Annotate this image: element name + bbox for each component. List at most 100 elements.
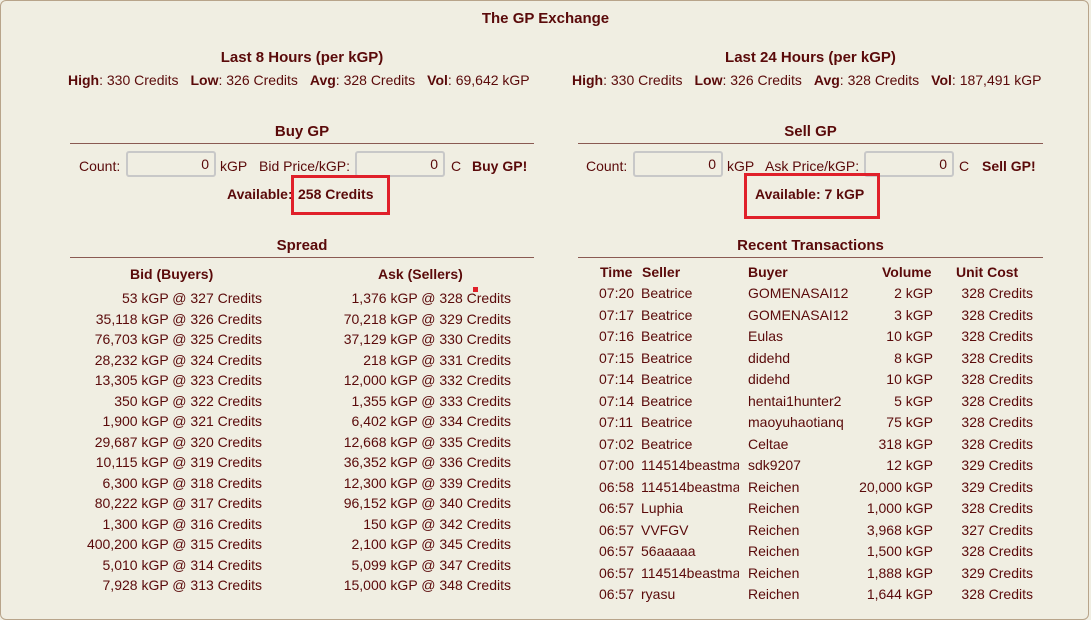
bid-row[interactable]: 35,118 kGP @ 326 Credits	[70, 309, 262, 330]
ask-row[interactable]: 96,152 kGP @ 340 Credits	[300, 493, 511, 514]
ask-row[interactable]: 1,376 kGP @ 328 Credits	[300, 288, 511, 309]
tx-time: 06:57	[599, 500, 635, 516]
last8-vol-value: : 69,642 kGP	[447, 72, 530, 88]
tx-volume: 20,000 kGP	[859, 478, 933, 495]
tx-buyer: GOMENASAI12	[748, 306, 849, 323]
ask-row[interactable]: 15,000 kGP @ 348 Credits	[300, 575, 511, 596]
last24-vol-label: Vol	[931, 72, 952, 88]
bid-row[interactable]: 29,687 kGP @ 320 Credits	[70, 432, 262, 453]
table-row: 07:20 Beatrice GOMENASAI12 2 kGP 328 Credits	[578, 283, 1048, 305]
tx-volume: 1,888 kGP	[866, 564, 933, 581]
bid-row[interactable]: 1,900 kGP @ 321 Credits	[70, 411, 262, 432]
buy-available-label: Available:	[227, 186, 293, 202]
bid-row[interactable]: 13,305 kGP @ 323 Credits	[70, 370, 262, 391]
bid-row[interactable]: 5,010 kGP @ 314 Credits	[70, 555, 262, 576]
tx-cost: 328 Credits	[961, 285, 1033, 301]
table-row: 06:57 ryasu Reichen 1,644 kGP 328 Credits	[578, 584, 1048, 606]
sell-count-unit: kGP	[727, 158, 755, 174]
bid-row[interactable]: 53 kGP @ 327 Credits	[70, 288, 262, 309]
ask-row[interactable]: 150 kGP @ 342 Credits	[300, 514, 511, 535]
table-row: 06:57 56aaaaa Reichen 1,500 kGP 328 Credits	[578, 541, 1048, 563]
last8-high-value: : 330 Credits	[99, 72, 179, 88]
table-row: 06:57 VVFGV Reichen 3,968 kGP 327 Credits	[578, 520, 1048, 542]
transactions-list: 07:20 Beatrice GOMENASAI12 2 kGP 328 Credits…	[578, 283, 1048, 606]
buy-gp-button[interactable]: Buy GP!	[472, 158, 527, 174]
table-row: 06:57 Luphia Reichen 1,000 kGP 328 Credits	[578, 498, 1048, 520]
last8-vol-label: Vol	[427, 72, 448, 88]
bid-row[interactable]: 400,200 kGP @ 315 Credits	[70, 534, 262, 555]
tx-header-seller: Seller	[642, 264, 681, 280]
last24-vol-value: : 187,491 kGP	[951, 72, 1042, 88]
buy-count-input[interactable]	[126, 151, 216, 177]
ask-row[interactable]: 37,129 kGP @ 330 Credits	[300, 329, 511, 350]
ask-row[interactable]: 12,000 kGP @ 332 Credits	[300, 370, 511, 391]
sell-count-label: Count:	[586, 158, 628, 174]
ask-row[interactable]: 12,668 kGP @ 335 Credits	[300, 432, 511, 453]
tx-seller: VVFGV	[641, 521, 689, 538]
bid-row[interactable]: 10,115 kGP @ 319 Credits	[70, 452, 262, 473]
table-row: 07:00 114514beastma sdk9207 12 kGP 329 Credi…	[578, 455, 1048, 477]
ask-row[interactable]: 70,218 kGP @ 329 Credits	[300, 309, 511, 330]
spread-divider	[70, 257, 534, 258]
ask-row[interactable]: 6,402 kGP @ 334 Credits	[300, 411, 511, 432]
sell-gp-button[interactable]: Sell GP!	[982, 158, 1036, 174]
tx-header-volume: Volume	[882, 264, 932, 280]
tx-buyer: Celtae	[748, 435, 789, 452]
ask-header: Ask (Sellers)	[378, 266, 463, 282]
ask-row[interactable]: 2,100 kGP @ 345 Credits	[300, 534, 511, 555]
tx-header-time: Time	[600, 264, 633, 280]
ask-row[interactable]: 1,355 kGP @ 333 Credits	[300, 391, 511, 412]
bid-row[interactable]: 1,300 kGP @ 316 Credits	[70, 514, 262, 535]
sell-count-input[interactable]	[633, 151, 723, 177]
buy-divider	[70, 143, 534, 144]
last24-stats: High: 330 Credits Low: 326 Credits Avg: 32…	[572, 72, 1041, 88]
tx-cost: 329 Credits	[961, 457, 1033, 473]
page-title: The GP Exchange	[481, 10, 610, 27]
tx-cost: 328 Credits	[961, 328, 1033, 344]
tx-buyer: didehd	[748, 371, 791, 387]
tx-time: 07:17	[599, 306, 635, 323]
bid-row[interactable]: 350 kGP @ 322 Credits	[70, 391, 262, 412]
last24-low-label: Low	[694, 72, 723, 88]
last24-title: Last 24 Hours (per kGP)	[725, 49, 896, 66]
bid-row[interactable]: 7,928 kGP @ 313 Credits	[70, 575, 262, 596]
tx-time: 07:11	[599, 414, 633, 430]
ask-row[interactable]: 218 kGP @ 331 Credits	[300, 350, 511, 371]
tx-time: 07:00	[599, 457, 635, 473]
table-row: 07:11 Beatrice maoyuhaotianq 75 kGP 328 Cred…	[578, 412, 1048, 434]
table-row: 07:15 Beatrice didehd 8 kGP 328 Credits	[578, 348, 1048, 370]
buy-count-unit: kGP	[220, 158, 248, 174]
buy-price-input[interactable]	[355, 151, 445, 177]
table-row: 06:57 114514beastma Reichen 1,888 kGP 329 Cr…	[578, 563, 1048, 585]
bid-list: 53 kGP @ 327 Credits 35,118 kGP @ 326 Cre…	[70, 288, 262, 596]
tx-volume: 10 kGP	[886, 328, 933, 344]
bid-row[interactable]: 28,232 kGP @ 324 Credits	[70, 350, 262, 371]
tx-cost: 329 Credits	[961, 478, 1033, 495]
ask-row[interactable]: 12,300 kGP @ 339 Credits	[300, 473, 511, 494]
tx-cost: 328 Credits	[961, 543, 1033, 559]
tx-cost: 328 Credits	[961, 392, 1033, 409]
ask-row[interactable]: 36,352 kGP @ 336 Credits	[300, 452, 511, 473]
tx-time: 07:14	[599, 371, 635, 387]
tx-header-cost: Unit Cost	[956, 264, 1019, 280]
buy-available-highlight	[291, 175, 390, 215]
transactions-divider	[578, 257, 1043, 258]
tx-seller: Beatrice	[641, 414, 693, 430]
bid-row[interactable]: 6,300 kGP @ 318 Credits	[70, 473, 262, 494]
table-row: 07:17 Beatrice GOMENASAI12 3 kGP 328 Credits	[578, 305, 1048, 327]
tx-buyer: Reichen	[748, 521, 800, 538]
buy-price-unit: C	[451, 158, 462, 174]
tx-time: 06:57	[599, 564, 635, 581]
bid-row[interactable]: 80,222 kGP @ 317 Credits	[70, 493, 262, 514]
tx-cost: 328 Credits	[961, 500, 1033, 516]
tx-seller: Beatrice	[641, 306, 693, 323]
tx-time: 07:20	[599, 285, 635, 301]
bid-row[interactable]: 76,703 kGP @ 325 Credits	[70, 329, 262, 350]
ask-row[interactable]: 5,099 kGP @ 347 Credits	[300, 555, 511, 576]
last24-high-value: : 330 Credits	[603, 72, 683, 88]
tx-cost: 328 Credits	[961, 371, 1033, 387]
buy-price-label: Bid Price/kGP:	[259, 158, 351, 174]
last24-avg-label: Avg	[813, 72, 840, 88]
tx-cost: 328 Credits	[961, 586, 1033, 602]
last8-stats: High: 330 Credits Low: 326 Credits Avg: 32…	[68, 72, 530, 88]
